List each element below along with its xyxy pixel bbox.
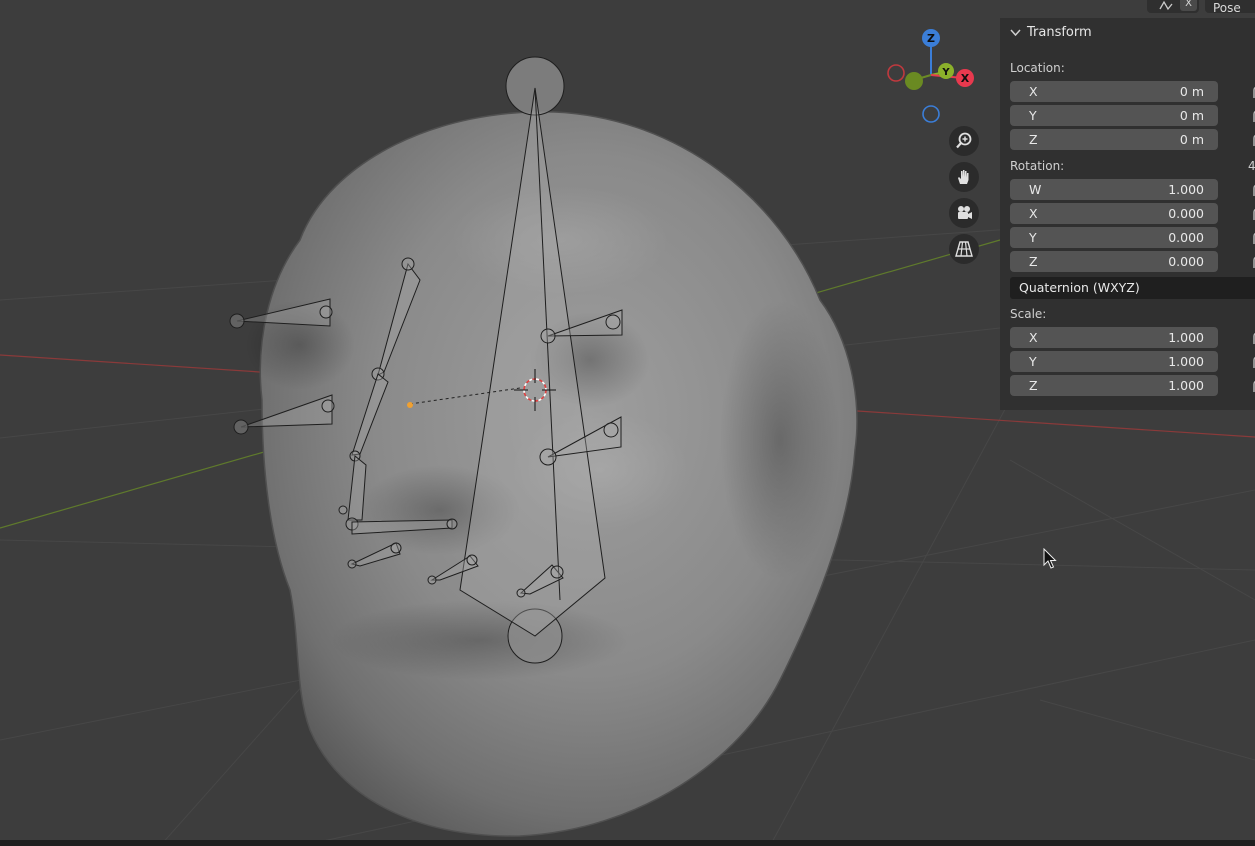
rotation-lock-4d-toggle[interactable]: 4 [1248, 159, 1255, 173]
perspective-grid-icon [955, 241, 973, 257]
rotation-z-field[interactable]: Z 0.000 [1010, 251, 1218, 272]
field-value: 0.000 [1168, 206, 1204, 221]
toggle-perspective-button[interactable] [949, 234, 979, 264]
lock-rotation-z-icon[interactable] [1245, 254, 1255, 270]
scale-y-field[interactable]: Y 1.000 [1010, 351, 1218, 372]
rotation-mode-value: Quaternion (WXYZ) [1019, 280, 1140, 295]
field-axis: Z [1029, 132, 1038, 147]
field-value: 1.000 [1168, 330, 1204, 345]
field-axis: Z [1029, 378, 1038, 393]
pan-button[interactable] [949, 162, 979, 192]
panel-title: Transform [1027, 25, 1092, 40]
field-value: 0 m [1179, 84, 1204, 99]
rotation-y-field[interactable]: Y 0.000 [1010, 227, 1218, 248]
location-label: Location: [1010, 61, 1065, 75]
location-x-field[interactable]: X 0 m [1010, 81, 1218, 102]
field-axis: X [1029, 84, 1038, 99]
mode-selector[interactable]: Pose [1205, 0, 1255, 13]
bottom-border [0, 840, 1255, 846]
rotation-w-field[interactable]: W 1.000 [1010, 179, 1218, 200]
scale-z-field[interactable]: Z 1.000 [1010, 375, 1218, 396]
gizmo-neg-z[interactable] [922, 105, 940, 123]
zoom-button[interactable] [949, 126, 979, 156]
field-value: 0.000 [1168, 230, 1204, 245]
field-axis: X [1029, 330, 1038, 345]
gizmo-y-label: Y [941, 67, 950, 78]
rotation-mode-dropdown[interactable]: Quaternion (WXYZ) [1010, 277, 1255, 299]
sidebar-panel[interactable]: Transform Location: X 0 m Y 0 m Z 0 m Ro… [1000, 18, 1255, 410]
lock-rotation-y-icon[interactable] [1245, 230, 1255, 246]
lock-rotation-w-icon[interactable] [1245, 182, 1255, 198]
mode-label: Pose [1213, 1, 1241, 13]
field-axis: Y [1029, 354, 1037, 369]
field-axis: Y [1029, 230, 1037, 245]
gizmo-neg-y[interactable] [905, 72, 923, 90]
transform-panel-header[interactable]: Transform [1010, 25, 1092, 40]
gizmo-neg-x[interactable] [887, 64, 905, 82]
field-value: 1.000 [1168, 378, 1204, 393]
zoom-icon [956, 132, 972, 149]
lock-scale-x-icon[interactable] [1245, 330, 1255, 346]
field-axis: Y [1029, 108, 1037, 123]
lock-location-y-icon[interactable] [1245, 108, 1255, 124]
scale-x-field[interactable]: X 1.000 [1010, 327, 1218, 348]
scale-label: Scale: [1010, 307, 1047, 321]
field-value: 1.000 [1168, 182, 1204, 197]
lock-location-z-icon[interactable] [1245, 132, 1255, 148]
lock-scale-y-icon[interactable] [1245, 354, 1255, 370]
lock-location-x-icon[interactable] [1245, 84, 1255, 100]
lock-scale-z-icon[interactable] [1245, 378, 1255, 394]
rotation-x-field[interactable]: X 0.000 [1010, 203, 1218, 224]
hand-pan-icon [958, 170, 969, 184]
close-button[interactable]: X [1180, 0, 1197, 11]
location-z-field[interactable]: Z 0 m [1010, 129, 1218, 150]
chevron-down-icon [1010, 28, 1021, 36]
lock-rotation-x-icon[interactable] [1245, 206, 1255, 222]
gizmo-x-label: X [961, 72, 970, 85]
field-axis: Z [1029, 254, 1038, 269]
camera-icon [958, 206, 972, 219]
field-axis: X [1029, 206, 1038, 221]
camera-view-button[interactable] [949, 198, 979, 228]
rotation-label: Rotation: [1010, 159, 1065, 173]
field-axis: W [1029, 182, 1042, 197]
origin-dot [407, 402, 413, 408]
field-value: 0 m [1179, 132, 1204, 147]
mouse-pointer-icon [1043, 548, 1057, 569]
pose-options-icon [1159, 0, 1173, 11]
gizmo-z-label: Z [927, 32, 935, 45]
header-toggle-group[interactable]: X [1147, 0, 1199, 13]
field-value: 0.000 [1168, 254, 1204, 269]
field-value: 1.000 [1168, 354, 1204, 369]
field-value: 0 m [1179, 108, 1204, 123]
location-y-field[interactable]: Y 0 m [1010, 105, 1218, 126]
